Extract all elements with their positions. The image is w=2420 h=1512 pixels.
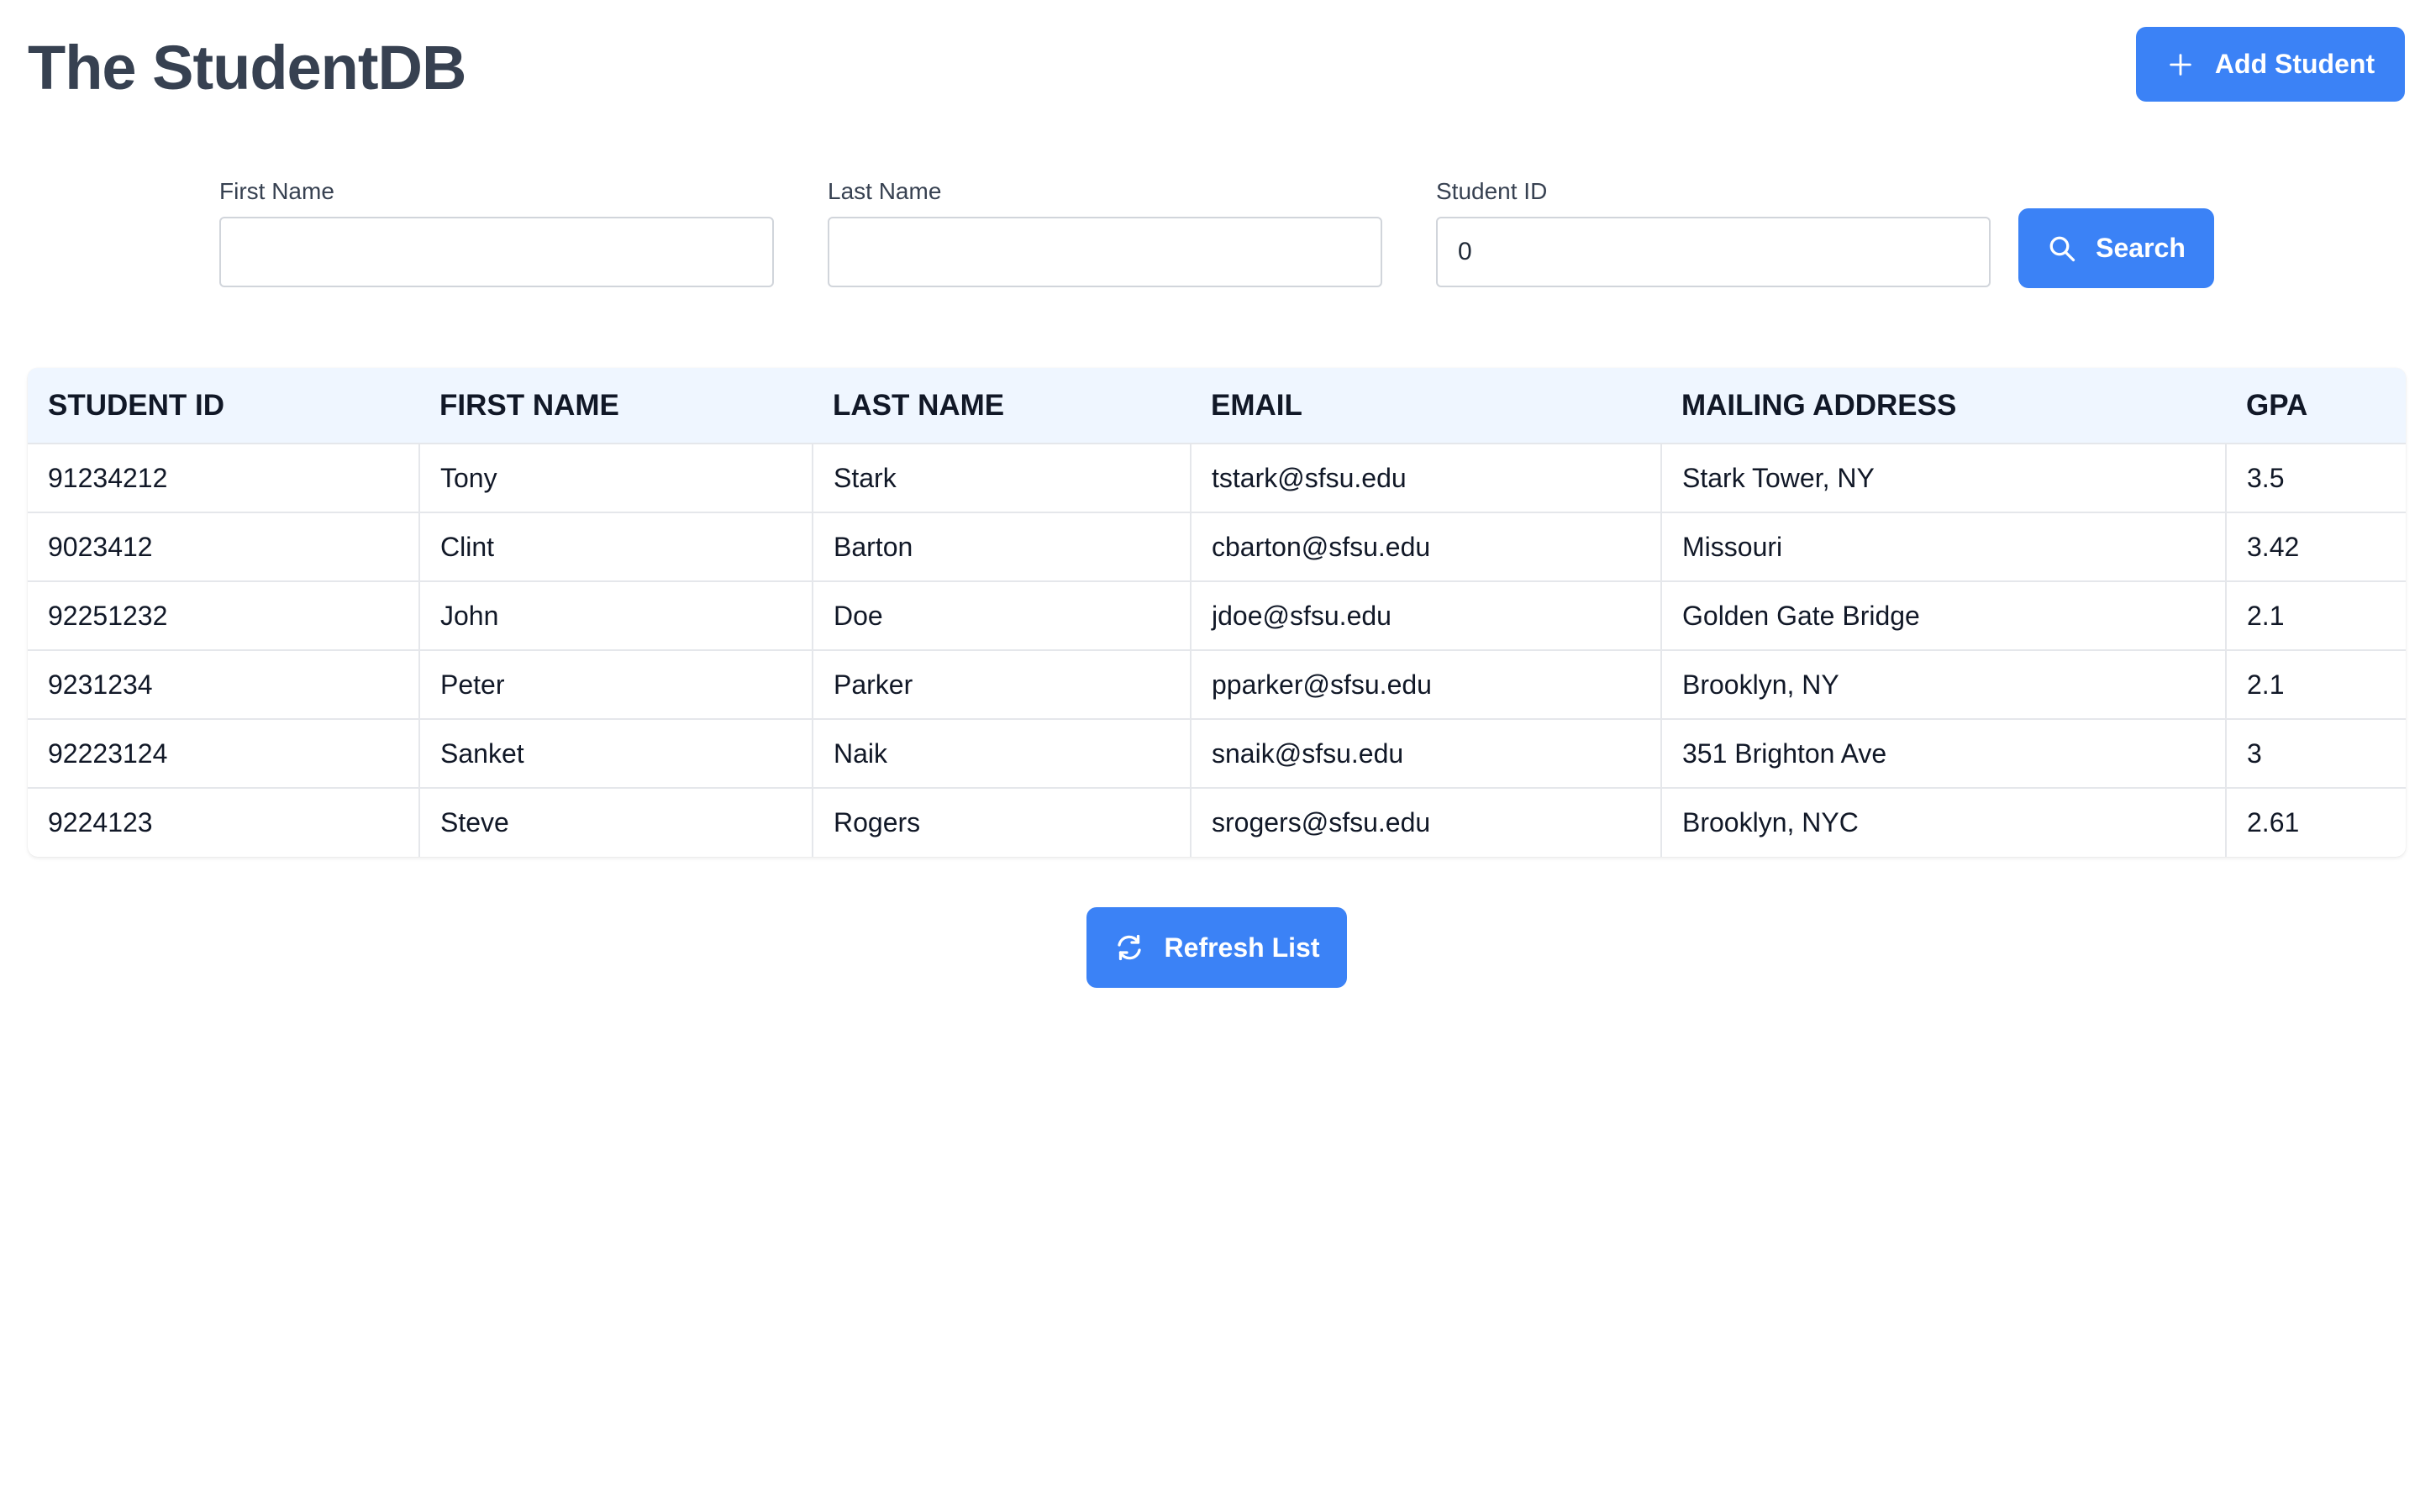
column-header-email: EMAIL [1211,388,1302,422]
last-name-label: Last Name [828,178,942,204]
table-row: 9224123 Steve Rogers srogers@sfsu.edu Br… [28,787,2406,857]
table-row: 92223124 Sanket Naik snaik@sfsu.edu 351 … [28,718,2406,788]
cell-email: cbarton@sfsu.edu [1190,512,1661,581]
cell-student-id: 9023412 [28,512,419,581]
refresh-list-button[interactable]: Refresh List [1086,907,1347,988]
add-student-label: Add Student [2214,49,2375,79]
cell-email: srogers@sfsu.edu [1190,787,1661,857]
cell-student-id: 92251232 [28,580,419,650]
cell-mailing-address: Golden Gate Bridge [1660,580,2226,650]
column-header-last-name: LAST NAME [833,388,1005,422]
students-table: STUDENT ID FIRST NAME LAST NAME EMAIL MA… [28,368,2406,857]
cell-mailing-address: Brooklyn, NYC [1660,787,2226,857]
add-student-button[interactable]: Add Student [2136,27,2405,102]
cell-last-name: Doe [812,580,1191,650]
student-db-page: The StudentDB Add Student First Name Las… [0,0,2420,1512]
cell-email: pparker@sfsu.edu [1190,649,1661,719]
cell-student-id: 9231234 [28,649,419,719]
cell-gpa: 2.61 [2225,787,2406,857]
student-id-input[interactable] [1436,217,1991,287]
refresh-list-label: Refresh List [1164,932,1320,963]
cell-mailing-address: Brooklyn, NY [1660,649,2226,719]
student-id-label: Student ID [1436,178,1548,204]
cell-last-name: Parker [812,649,1191,719]
table-header-row: STUDENT ID FIRST NAME LAST NAME EMAIL MA… [28,368,2406,444]
cell-mailing-address: Stark Tower, NY [1660,443,2226,512]
cell-last-name: Stark [812,443,1191,512]
cell-last-name: Naik [812,718,1191,788]
column-header-mailing-address: MAILING ADDRESS [1681,388,1957,422]
cell-student-id: 92223124 [28,718,419,788]
cell-first-name: Steve [418,787,813,857]
cell-student-id: 91234212 [28,443,419,512]
cell-gpa: 2.1 [2225,580,2406,650]
page-title: The StudentDB [28,33,466,102]
cell-last-name: Barton [812,512,1191,581]
cell-gpa: 2.1 [2225,649,2406,719]
first-name-input[interactable] [219,217,774,287]
cell-gpa: 3.5 [2225,443,2406,512]
column-header-gpa: GPA [2246,388,2308,422]
last-name-field: Last Name [828,176,1382,287]
cell-first-name: Clint [418,512,813,581]
table-row: 9023412 Clint Barton cbarton@sfsu.edu Mi… [28,512,2406,581]
plus-icon [2166,50,2195,79]
cell-mailing-address: 351 Brighton Ave [1660,718,2226,788]
column-header-student-id: STUDENT ID [48,388,224,422]
table-row: 92251232 John Doe jdoe@sfsu.edu Golden G… [28,580,2406,650]
search-icon [2047,234,2077,264]
cell-first-name: Peter [418,649,813,719]
first-name-field: First Name [219,176,774,287]
search-label: Search [2096,233,2186,263]
search-button[interactable]: Search [2018,208,2214,288]
student-id-field: Student ID [1436,176,1991,287]
cell-student-id: 9224123 [28,787,419,857]
cell-first-name: John [418,580,813,650]
table-row: 91234212 Tony Stark tstark@sfsu.edu Star… [28,443,2406,512]
cell-first-name: Tony [418,443,813,512]
refresh-icon [1114,932,1144,963]
cell-email: jdoe@sfsu.edu [1190,580,1661,650]
cell-last-name: Rogers [812,787,1191,857]
last-name-input[interactable] [828,217,1382,287]
table-row: 9231234 Peter Parker pparker@sfsu.edu Br… [28,649,2406,719]
cell-email: snaik@sfsu.edu [1190,718,1661,788]
cell-email: tstark@sfsu.edu [1190,443,1661,512]
cell-gpa: 3 [2225,718,2406,788]
cell-gpa: 3.42 [2225,512,2406,581]
first-name-label: First Name [219,178,334,204]
cell-mailing-address: Missouri [1660,512,2226,581]
column-header-first-name: FIRST NAME [439,388,619,422]
cell-first-name: Sanket [418,718,813,788]
